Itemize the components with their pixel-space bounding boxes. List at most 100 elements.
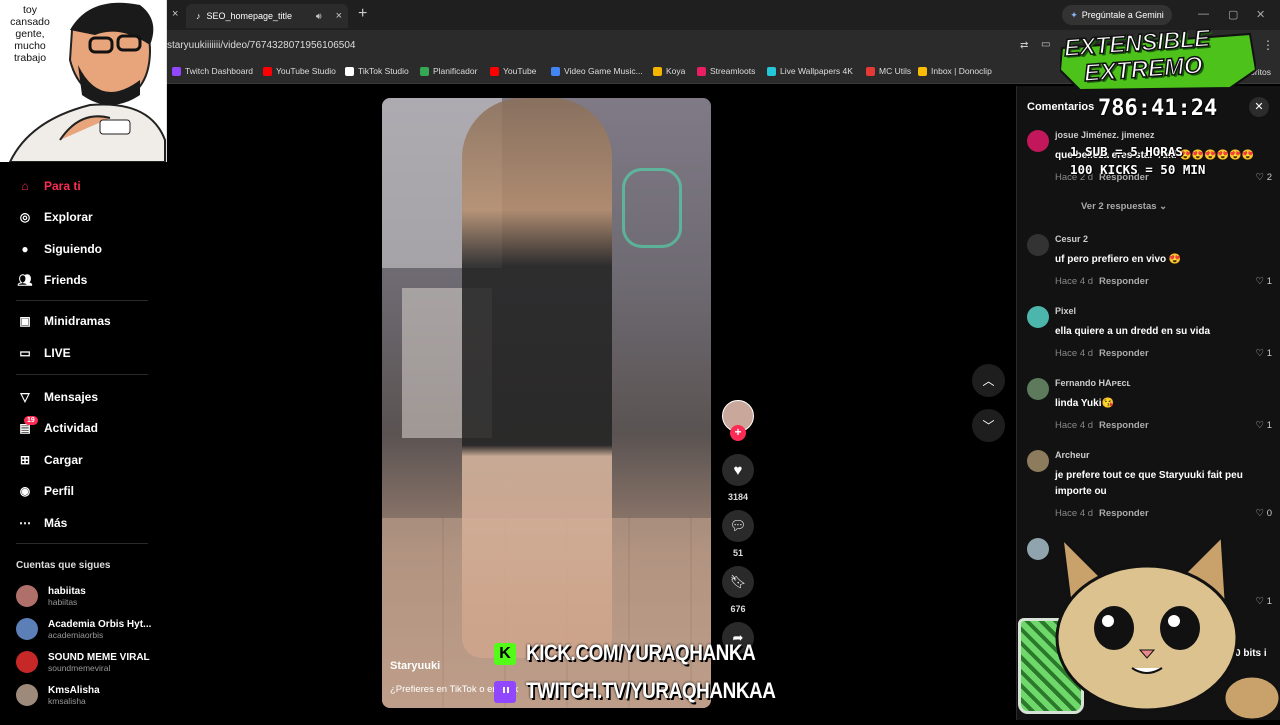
bookmark-favicon-icon (866, 66, 875, 76)
bookmark-label: Live Wallpapers 4K (780, 66, 853, 76)
nav-item[interactable]: ▽ Mensajes (16, 388, 98, 406)
view-replies-link[interactable]: Ver 2 respuestas ⌄ (1081, 201, 1167, 212)
comment-like-button[interactable]: ♡ 2 (1256, 172, 1272, 183)
live-icon: ▭ (19, 346, 31, 360)
comment-meta: Hace 4 d Responder (1055, 420, 1149, 431)
bookmark-item[interactable]: MC Utils (866, 66, 911, 76)
comment-time: Hace 4 d (1055, 420, 1094, 431)
bookmark-favicon-icon (697, 66, 706, 76)
avatar (16, 618, 38, 640)
comment-author[interactable]: Archeur (1055, 450, 1090, 460)
nav-item[interactable]: ● Siguiendo (16, 240, 102, 258)
comment-like-button[interactable]: ♡ 1 (1256, 276, 1272, 287)
subathon-rule-2: 100 KICKS = 50 MIN (1070, 162, 1206, 177)
reply-button[interactable]: Responder (1099, 420, 1149, 431)
comment-text: ella quiere a un dredd en su vida (1055, 326, 1211, 337)
avatar[interactable] (1027, 130, 1049, 152)
translate-icon[interactable]: ⇄ (1020, 40, 1028, 51)
bookmark-item[interactable]: Streamloots (697, 66, 755, 76)
comment-like-button[interactable]: ♡ 0 (1256, 508, 1272, 519)
nav-item[interactable]: ⋯ Más (16, 514, 67, 532)
bookmark-item[interactable]: Koya (653, 66, 685, 76)
nav-item-label: Más (44, 516, 68, 530)
comment-like-count: 0 (1266, 508, 1272, 519)
reply-button[interactable]: Responder (1099, 348, 1149, 359)
audio-icon[interactable]: 🔊︎ (316, 11, 322, 22)
comment-like-button[interactable]: ♡ 1 (1256, 420, 1272, 431)
nav-item[interactable]: ▭ LIVE (16, 344, 70, 362)
comment-author[interactable]: Fernando HAᴘᴇᴄʟ (1055, 378, 1131, 388)
account-name: habiitas (48, 585, 86, 597)
followed-account[interactable]: SOUND MEME VIRAL soundmemeviral (16, 651, 150, 673)
avatar[interactable] (1027, 306, 1049, 328)
save-button[interactable]: 🔖︎ (722, 566, 754, 598)
comment-author[interactable]: Pixel (1055, 306, 1076, 316)
bookmark-item[interactable]: Planificador (420, 66, 477, 76)
cast-icon[interactable]: ▭ (1041, 39, 1050, 50)
comment-button[interactable]: 💬︎ (722, 510, 754, 542)
previous-video-button[interactable]: ︿ (972, 364, 1005, 397)
browser-tab-active[interactable]: ♪ SEO_homepage_title 🔊︎ × (186, 4, 348, 28)
reply-button[interactable]: Responder (1099, 276, 1149, 287)
prev-tab-close-icon[interactable]: × (172, 8, 178, 20)
comment-like-button[interactable]: ♡ 1 (1256, 348, 1272, 359)
nav-item[interactable]: ⌂ Para ti (16, 177, 80, 195)
profile-icon: ◉ (19, 484, 31, 498)
menu-dots-icon[interactable]: ⋮ (1262, 38, 1274, 52)
account-handle: soundmemeviral (48, 662, 111, 673)
nav-item[interactable]: 👥︎ Friends (16, 271, 87, 289)
bookmark-item[interactable]: Live Wallpapers 4K (767, 66, 853, 76)
bookmark-favicon-icon (653, 66, 662, 76)
comment-count: 51 (732, 548, 743, 558)
tab-close-icon[interactable]: × (336, 10, 342, 22)
heart-outline-icon: ♡ (1255, 348, 1267, 359)
bookmark-item[interactable]: YouTube Studio (263, 66, 336, 76)
followed-account[interactable]: habiitas habiitas (16, 585, 86, 607)
nav-item-label: Cargar (44, 453, 83, 467)
bookmark-item[interactable]: Video Game Music... (551, 66, 643, 76)
nav-item[interactable]: ⊞ Cargar (16, 451, 83, 469)
messages-icon: ▽ (20, 390, 30, 404)
bookmark-label: Planificador (433, 66, 478, 76)
like-button[interactable]: ♥ (722, 454, 754, 486)
avatar[interactable] (1027, 234, 1049, 256)
maximize-icon[interactable]: ▢ (1228, 8, 1238, 21)
avatar[interactable] (1027, 378, 1049, 400)
followed-account[interactable]: KmsAlisha kmsalisha (16, 684, 100, 706)
nav-item[interactable]: ▣ Minidramas (16, 312, 110, 330)
nav-item[interactable]: ◉ Perfil (16, 482, 74, 500)
video-username[interactable]: Staryuuki (390, 660, 440, 672)
url-text[interactable]: staryuukiiiiiii/video/767432807195610650… (167, 40, 355, 51)
bookmark-item[interactable]: Inbox | Donoclip (918, 66, 992, 76)
account-handle: academiaorbis (48, 629, 104, 640)
heart-icon: ♥ (733, 461, 743, 479)
bookmark-item[interactable]: Twitch Dashboard (172, 66, 253, 76)
more-icon: ⋯ (19, 516, 31, 530)
heart-outline-icon: ♡ (1255, 172, 1267, 183)
minimize-icon[interactable]: — (1198, 8, 1209, 20)
video-player[interactable]: Staryuuki ¿Prefieres en TikTok o en Kick (382, 98, 711, 708)
window-close-icon[interactable]: ✕ (1256, 8, 1265, 21)
comment-time: Hace 4 d (1055, 348, 1094, 359)
bookmark-favicon-icon (551, 66, 560, 76)
account-name: SOUND MEME VIRAL (48, 651, 150, 663)
followed-account[interactable]: Academia Orbis Hyt... academiaorbis (16, 618, 151, 640)
avatar (16, 585, 38, 607)
bookmark-item[interactable]: YouTube (490, 66, 536, 76)
follow-plus-button[interactable]: + (730, 425, 746, 441)
reply-button[interactable]: Responder (1099, 508, 1149, 519)
gemini-button[interactable]: ✦ Pregúntale a Gemini (1062, 5, 1172, 25)
next-video-button[interactable]: ﹀ (972, 409, 1005, 442)
close-comments-icon[interactable]: ✕ (1249, 97, 1269, 117)
new-tab-button[interactable]: + (358, 5, 367, 23)
avatar[interactable] (1027, 538, 1049, 560)
comment-author[interactable]: josue Jiménez. jimenez (1055, 130, 1155, 140)
account-name: Academia Orbis Hyt... (48, 618, 152, 630)
nav-item[interactable]: ◎ Explorar (16, 208, 93, 226)
following-section-title: Cuentas que sigues (16, 560, 111, 571)
comment-author[interactable]: Cesur 2 (1055, 234, 1088, 244)
bookmark-item[interactable]: TikTok Studio (345, 66, 409, 76)
avatar[interactable] (1027, 450, 1049, 472)
bookmark-favicon-icon (420, 66, 429, 76)
webcam-overlay: toy cansado gente, mucho trabajo (0, 0, 167, 163)
